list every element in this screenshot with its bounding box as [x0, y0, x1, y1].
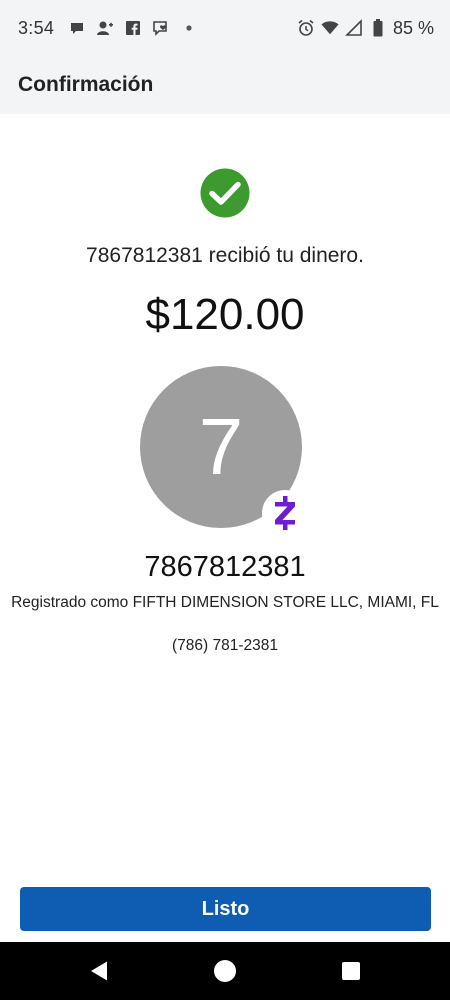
avatar-letter: 7: [198, 402, 244, 491]
signal-icon: [345, 19, 363, 37]
battery-percentage: 85 %: [392, 17, 434, 38]
dot-icon: [180, 19, 198, 37]
wifi-icon: [321, 19, 339, 37]
chat-heart-icon: [152, 19, 170, 37]
registered-business: Registrado como FIFTH DIMENSION STORE LL…: [11, 594, 439, 611]
recipient-name: 7867812381: [144, 551, 306, 583]
page-title: Confirmación: [18, 73, 154, 96]
status-right: 85 %: [297, 18, 434, 39]
status-time: 3:54: [18, 17, 55, 38]
app-header: Confirmación: [0, 56, 450, 114]
check-circle-icon: [200, 168, 250, 218]
facebook-icon: [124, 19, 142, 37]
done-button[interactable]: Listo: [20, 887, 431, 931]
navigation-bar: [0, 942, 450, 1000]
battery-icon: [369, 19, 387, 37]
status-bar: 3:54 85 %: [0, 0, 450, 56]
back-icon[interactable]: [88, 959, 112, 983]
alarm-icon: [297, 19, 315, 37]
zelle-icon: [262, 490, 308, 536]
confirmation-message: 7867812381 recibió tu dinero.: [86, 244, 364, 267]
chat-bubble-icon: [68, 19, 86, 37]
home-icon[interactable]: [214, 960, 236, 982]
amount: $120.00: [145, 290, 305, 339]
person-add-icon: [96, 19, 114, 37]
status-left: 3:54: [18, 18, 198, 39]
recents-icon[interactable]: [342, 962, 360, 980]
recipient-phone: (786) 781-2381: [172, 637, 278, 654]
